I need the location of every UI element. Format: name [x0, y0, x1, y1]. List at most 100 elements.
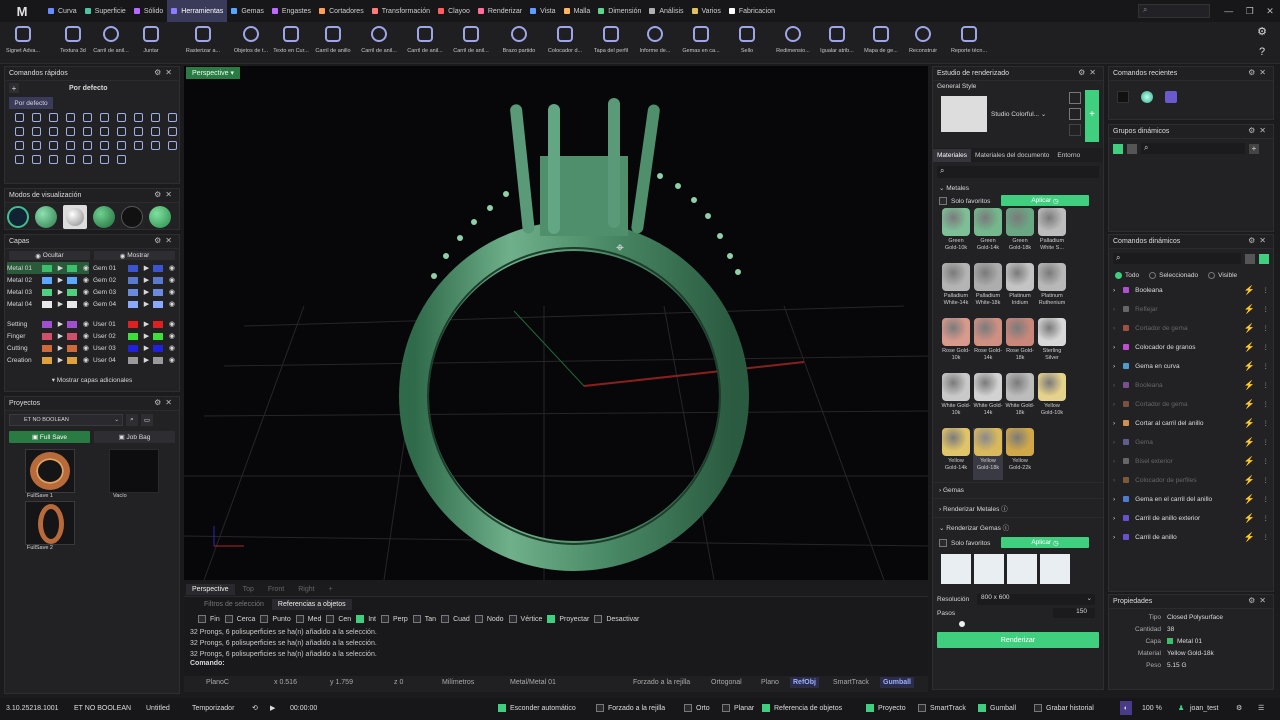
dynamic-filter-radio[interactable]: Visible [1208, 271, 1237, 279]
expand-icon[interactable]: › [1113, 496, 1115, 503]
add-group-icon[interactable]: + [1249, 143, 1259, 154]
document-icon[interactable] [1165, 91, 1177, 103]
run-icon[interactable]: ⚡ [1244, 418, 1255, 429]
materials-search[interactable]: ⌕ [937, 166, 1099, 178]
material-swatch[interactable]: Green Gold-10k [941, 208, 971, 260]
play-icon[interactable]: ▶ [58, 332, 63, 340]
render-tab[interactable]: Entorno [1053, 149, 1084, 162]
hide-layers-button[interactable]: ◉ Ocultar [9, 251, 90, 260]
dynamic-command-item[interactable]: › Bisel exterior ⚡ ⋮ [1113, 453, 1273, 469]
panel-controls[interactable]: ⚙✕ [1248, 126, 1270, 135]
layer-material-swatch[interactable] [153, 264, 163, 272]
panel-controls[interactable]: ⚙✕ [1248, 596, 1270, 605]
grid-view-icon[interactable] [1245, 253, 1255, 264]
menu-tab[interactable]: Dimensión [594, 0, 645, 22]
groups-search[interactable]: ⌕ [1141, 143, 1245, 154]
list-view-icon[interactable] [1259, 253, 1269, 264]
layer-color-swatch[interactable] [42, 288, 52, 296]
status-checkbox[interactable] [684, 704, 692, 712]
quick-command-icon[interactable] [83, 113, 92, 122]
layer-row[interactable]: Creation ▶ ◉ [7, 354, 89, 366]
coord-toggle-button[interactable]: RefObj [790, 677, 819, 688]
visibility-eye-icon[interactable]: ◉ [169, 288, 175, 296]
play-icon[interactable]: ▶ [144, 264, 149, 272]
add-icon[interactable]: + [9, 83, 19, 93]
expand-icon[interactable]: › [1113, 401, 1115, 408]
viewport-tab[interactable]: Perspective [186, 583, 235, 595]
steps-input[interactable]: 150 [1053, 608, 1095, 618]
layer-material-swatch[interactable] [67, 288, 77, 296]
toolbar-button[interactable]: Mapa de ge... [858, 22, 904, 64]
settings-icon[interactable]: ⚙ [1236, 701, 1242, 715]
toolbar-button[interactable]: Igualar atrib... [814, 22, 860, 64]
viewport-label[interactable]: Perspective ▾ [186, 67, 241, 79]
quick-command-icon[interactable] [66, 113, 75, 122]
material-swatch[interactable]: Green Gold-18k [1005, 208, 1035, 260]
snap-toggle[interactable]: Nodo [474, 615, 504, 623]
expand-icon[interactable]: › [1113, 363, 1115, 370]
render-metals-toggle[interactable]: › Renderizar Metales ⓘ [933, 498, 1103, 517]
full-save-button[interactable]: ▣ Full Save [9, 431, 90, 443]
status-toggle[interactable]: Referencia de objetos [762, 701, 842, 715]
material-swatch[interactable]: Rose Gold-18k [1005, 318, 1035, 370]
status-toggle[interactable]: Grabar historial [1034, 701, 1094, 715]
material-swatch[interactable]: Yellow Gold-14k [941, 428, 971, 480]
coord-toggle-button[interactable]: Plano [758, 677, 782, 688]
more-options-icon[interactable]: ⋮ [1263, 457, 1270, 465]
viewport-tab[interactable]: Top [237, 584, 260, 595]
run-icon[interactable]: ⚡ [1244, 399, 1255, 410]
toolbar-button[interactable]: Carril de anil... [402, 22, 448, 64]
visibility-eye-icon[interactable]: ◉ [169, 344, 175, 352]
menu-tab[interactable]: Gemas [227, 0, 268, 22]
quick-command-icon[interactable] [134, 113, 143, 122]
restore-icon[interactable]: ❐ [1246, 6, 1254, 17]
layer-material-swatch[interactable] [67, 356, 77, 364]
quick-command-icon[interactable] [83, 127, 92, 136]
visibility-eye-icon[interactable]: ◉ [169, 320, 175, 328]
quick-command-icon[interactable] [100, 141, 109, 150]
layer-row[interactable]: User 04 ▶ ◉ [93, 354, 175, 366]
terminal-icon[interactable] [1117, 91, 1129, 103]
menu-search-input[interactable]: ⌕ [1138, 4, 1210, 18]
gem-material-thumb[interactable] [974, 554, 1004, 584]
menu-icon[interactable]: ☰ [1258, 701, 1264, 715]
status-toggle[interactable]: Forzado a la rejilla [596, 701, 665, 715]
render-tab[interactable]: Materiales [933, 148, 971, 162]
play-icon[interactable]: ▶ [58, 320, 63, 328]
quick-command-icon[interactable] [83, 155, 92, 164]
quick-command-icon[interactable] [49, 113, 58, 122]
layer-color-swatch[interactable] [128, 332, 138, 340]
dynamic-search[interactable]: ⌕ [1113, 253, 1241, 264]
dynamic-command-item[interactable]: › Gema ⚡ ⋮ [1113, 434, 1273, 450]
layer-material-swatch[interactable] [153, 300, 163, 308]
more-options-icon[interactable]: ⋮ [1263, 533, 1270, 541]
status-checkbox[interactable] [722, 704, 730, 712]
quick-command-icon[interactable] [32, 141, 41, 150]
toolbar-button[interactable]: Rasterizar a... [180, 22, 226, 64]
visibility-eye-icon[interactable]: ◉ [83, 288, 89, 296]
more-options-icon[interactable]: ⋮ [1263, 514, 1270, 522]
quick-command-icon[interactable] [151, 141, 160, 150]
gem-material-thumb[interactable] [1040, 554, 1070, 584]
viewport-tab[interactable]: + [323, 584, 339, 595]
menu-tab[interactable]: Vista [526, 0, 559, 22]
run-icon[interactable]: ⚡ [1244, 475, 1255, 486]
quick-command-icon[interactable] [49, 127, 58, 136]
quick-command-icon[interactable] [83, 141, 92, 150]
status-checkbox[interactable] [596, 704, 604, 712]
snap-checkbox[interactable] [295, 615, 304, 623]
more-options-icon[interactable]: ⋮ [1263, 305, 1270, 313]
status-toggle[interactable]: SmartTrack [918, 701, 966, 715]
coord-toggle-button[interactable]: SmartTrack [830, 677, 872, 688]
gem-icon[interactable] [1141, 91, 1153, 103]
quick-command-icon[interactable] [32, 155, 41, 164]
snap-toggle[interactable]: Punto [260, 615, 291, 623]
toolbar-button[interactable]: Redimensio... [770, 22, 816, 64]
material-swatch[interactable]: Platinum Iridium [1005, 263, 1035, 315]
snap-toggle[interactable]: Tan [412, 615, 436, 623]
favorites-checkbox[interactable] [939, 197, 947, 205]
expand-icon[interactable]: › [1113, 287, 1115, 294]
save-icon[interactable] [1069, 108, 1081, 120]
grid-view-icon[interactable] [1127, 143, 1137, 154]
toolbar-button[interactable]: Carril de anil... [448, 22, 494, 64]
